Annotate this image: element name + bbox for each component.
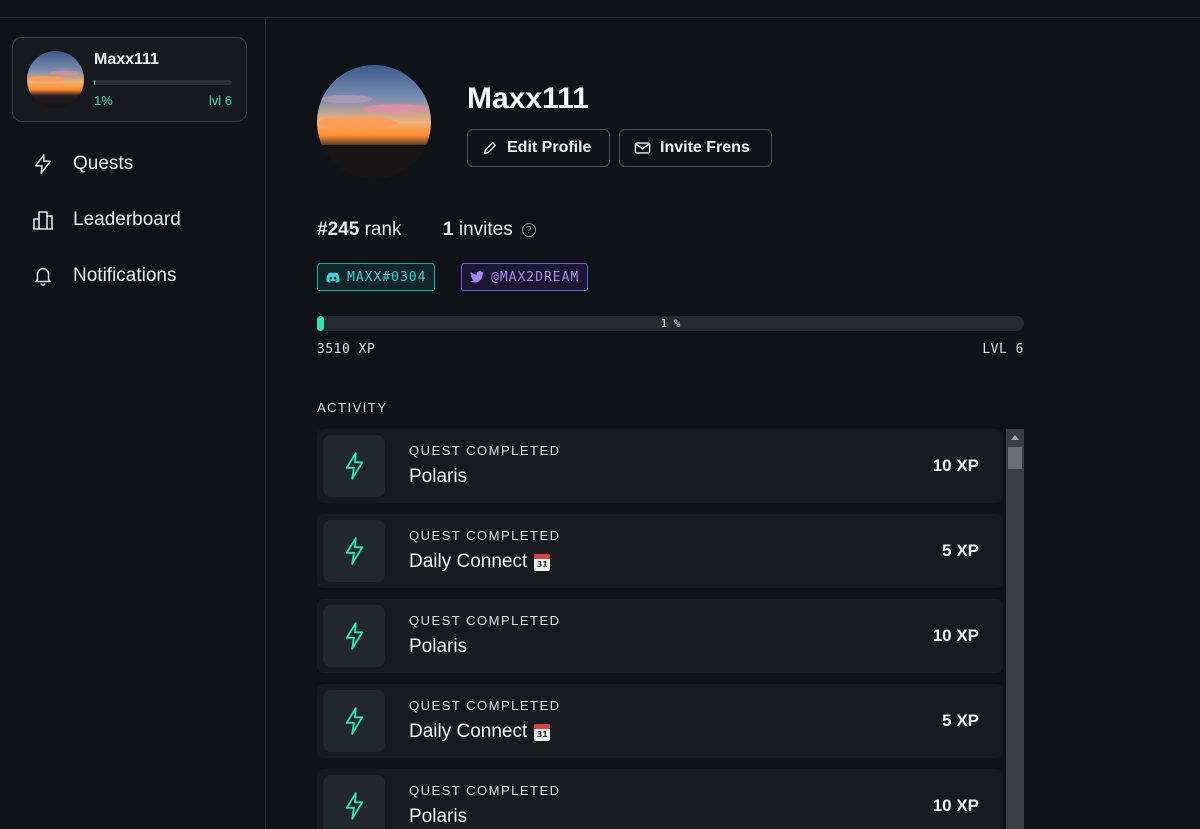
scrollbar-thumb[interactable] [1008, 447, 1022, 469]
activity-list[interactable]: QUEST COMPLETED Polaris 10 XP QUEST COMPLET… [317, 429, 1024, 829]
profile-avatar [317, 65, 431, 179]
activity-title: ACTIVITY [317, 400, 388, 415]
invites-value: 1 [443, 219, 454, 240]
twitter-icon [470, 271, 484, 283]
lightning-icon [323, 605, 385, 667]
lightning-icon [323, 435, 385, 497]
user-progress-bar [94, 80, 232, 85]
calendar-icon: 31 [534, 553, 551, 571]
activity-kind: QUEST COMPLETED [409, 783, 561, 798]
activity-item[interactable]: QUEST COMPLETED Daily Connect 31 5 XP [317, 684, 1003, 758]
edit-profile-label: Edit Profile [507, 139, 592, 156]
sidebar-item-notifications[interactable]: Notifications [30, 263, 177, 289]
activity-quest-name: Polaris [409, 466, 468, 487]
help-icon[interactable]: ? [521, 223, 536, 237]
lightning-icon [323, 520, 385, 582]
user-progress-fill [94, 80, 96, 85]
activity-xp: 10 XP [932, 796, 979, 815]
activity-xp: 10 XP [932, 626, 979, 645]
invites-stat: 1 invites ? [443, 219, 536, 241]
level-label: LVL 6 [982, 342, 1024, 357]
discord-tag[interactable]: MAXX#0304 [317, 263, 436, 291]
invite-frens-label: Invite Frens [660, 139, 750, 156]
calendar-day: 31 [536, 729, 548, 739]
activity-kind: QUEST COMPLETED [409, 443, 561, 458]
scroll-up-arrow-icon[interactable] [1006, 429, 1024, 445]
profile-name: Maxx111 [467, 82, 589, 115]
activity-xp: 5 XP [942, 711, 979, 730]
activity-title-text: Polaris [409, 636, 467, 658]
calendar-icon: 31 [534, 723, 551, 741]
rank-stat: #245 rank [317, 219, 402, 241]
user-progress-label: 1% [94, 93, 113, 108]
lightning-icon [30, 151, 56, 177]
bell-icon [30, 263, 56, 289]
edit-profile-button[interactable]: Edit Profile [467, 129, 610, 167]
calendar-day: 31 [536, 559, 548, 569]
mail-icon [634, 141, 651, 155]
activity-xp: 5 XP [942, 541, 979, 560]
sidebar-item-leaderboard[interactable]: Leaderboard [30, 207, 181, 233]
sidebar-item-label: Leaderboard [73, 209, 181, 230]
activity-kind: QUEST COMPLETED [409, 528, 561, 543]
activity-title-text: Daily Connect 31 [409, 551, 551, 573]
lightning-icon [323, 690, 385, 752]
xp-progress-bar: 1 % [317, 316, 1024, 331]
sidebar-item-label: Notifications [73, 265, 177, 286]
activity-quest-name: Polaris [409, 636, 468, 657]
avatar [27, 51, 84, 108]
leaderboard-icon [30, 207, 56, 233]
activity-kind: QUEST COMPLETED [409, 613, 561, 628]
activity-quest-name: Polaris [409, 806, 468, 827]
activity-item[interactable]: QUEST COMPLETED Daily Connect 31 5 XP [317, 514, 1003, 588]
activity-scrollbar[interactable] [1006, 429, 1024, 829]
activity-kind: QUEST COMPLETED [409, 698, 561, 713]
twitter-tag[interactable]: @MAX2DREAM [461, 263, 589, 291]
profile-main: Maxx111 Edit Profile Invite Frens #245 r… [267, 18, 1200, 829]
activity-title-text: Polaris [409, 466, 467, 488]
user-card[interactable]: Maxx111 1% lvl 6 [12, 37, 247, 122]
activity-item[interactable]: QUEST COMPLETED Polaris 10 XP [317, 599, 1003, 673]
top-bar [0, 0, 1200, 18]
sidebar: Maxx111 1% lvl 6 Quests Leaderboard Noti… [0, 18, 266, 829]
user-level-label: lvl 6 [208, 93, 232, 108]
lightning-icon [323, 775, 385, 829]
activity-item[interactable]: QUEST COMPLETED Polaris 10 XP [317, 429, 1003, 503]
activity-title-text: Polaris [409, 806, 467, 828]
pencil-icon [482, 140, 498, 156]
discord-handle: MAXX#0304 [347, 269, 427, 285]
twitter-handle: @MAX2DREAM [491, 269, 580, 285]
invites-label: invites [458, 219, 513, 240]
xp-progress-percent: 1 % [660, 317, 681, 330]
xp-total: 3510 XP [317, 342, 376, 357]
invite-frens-button[interactable]: Invite Frens [619, 129, 772, 167]
discord-icon [326, 271, 340, 283]
sidebar-item-quests[interactable]: Quests [30, 151, 133, 177]
activity-quest-name: Daily Connect [409, 721, 528, 742]
activity-xp: 10 XP [932, 456, 979, 475]
rank-value: #245 [317, 219, 360, 240]
activity-title-text: Daily Connect 31 [409, 721, 551, 743]
activity-item[interactable]: QUEST COMPLETED Polaris 10 XP [317, 769, 1003, 829]
sidebar-item-label: Quests [73, 153, 134, 174]
rank-label: rank [364, 219, 402, 240]
activity-quest-name: Daily Connect [409, 551, 528, 572]
user-name: Maxx111 [94, 51, 159, 68]
